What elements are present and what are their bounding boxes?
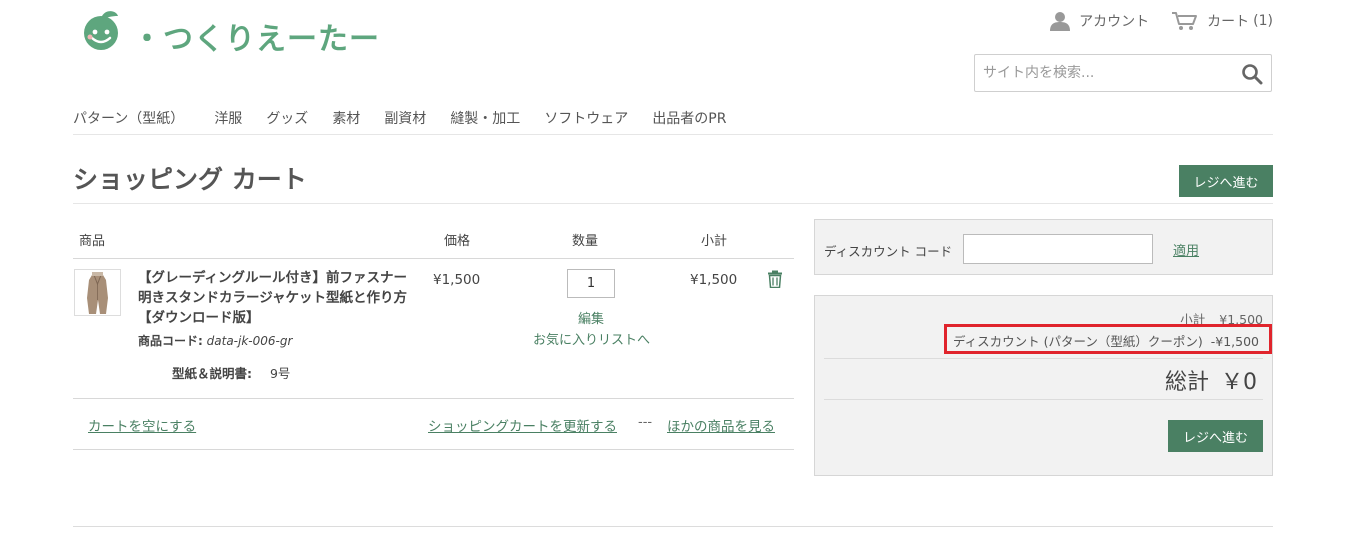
logo-text: ・つくりえーたー (132, 22, 380, 57)
account-label: アカウント (1079, 14, 1150, 30)
column-header-price: 価格 (444, 234, 471, 249)
nav-item-software[interactable]: ソフトウェア (544, 108, 628, 128)
product-name[interactable]: 【グレーディングルール付き】前ファスナー明きスタンドカラージャケット型紙と作り方… (138, 268, 413, 328)
nav-item-notions[interactable]: 副資材 (384, 108, 426, 128)
column-header-item: 商品 (79, 234, 106, 249)
totals-discount-row: ディスカウント (パターン（型紙）クーポン) -¥1,500 (953, 331, 1259, 350)
table-row-divider (73, 398, 794, 399)
update-cart-link[interactable]: ショッピングカートを更新する (428, 415, 617, 435)
product-code: 商品コード: data-jk-006-gr (138, 332, 292, 349)
footer-divider (73, 526, 1273, 527)
product-option-label: 型紙＆説明書: (172, 366, 252, 381)
table-header-divider (73, 258, 794, 259)
wishlist-link[interactable]: お気に入りリストへ (533, 329, 650, 348)
continue-shopping-link[interactable]: ほかの商品を見る (667, 415, 775, 435)
item-subtotal: ¥1,500 (690, 272, 738, 288)
nav-item-materials[interactable]: 素材 (332, 108, 360, 128)
product-code-label: 商品コード: (138, 334, 203, 348)
item-price: ¥1,500 (433, 272, 481, 288)
product-code-value: data-jk-006-gr (206, 334, 293, 348)
cart-link[interactable]: カート (1) (1171, 11, 1273, 31)
cart-label: カート (1207, 14, 1250, 30)
nav-item-pattern[interactable]: パターン（型紙） (73, 108, 184, 128)
table-bottom-divider (73, 449, 794, 450)
discount-code-input[interactable] (963, 234, 1153, 264)
logo-face-icon (84, 11, 118, 50)
search-box (974, 54, 1272, 92)
nav-item-clothes[interactable]: 洋服 (214, 108, 242, 128)
grand-total-value: ￥0 (1221, 370, 1257, 395)
page-title: ショッピング カート (73, 165, 307, 194)
trash-icon[interactable] (767, 270, 783, 288)
nav-item-goods[interactable]: グッズ (266, 108, 308, 128)
discount-code-label: ディスカウント コード (824, 244, 953, 259)
search-input[interactable] (975, 55, 1241, 91)
product-option-value: 9号 (269, 366, 291, 381)
checkout-button-bottom[interactable]: レジへ進む (1168, 420, 1263, 452)
column-header-qty: 数量 (572, 234, 599, 249)
cart-icon (1172, 12, 1198, 30)
nav-item-sewing[interactable]: 縫製・加工 (450, 108, 520, 128)
title-divider (73, 203, 1273, 204)
jacket-image (75, 270, 120, 315)
account-icon (1050, 12, 1071, 31)
top-links: アカウント カート (1) (1049, 8, 1273, 34)
edit-link[interactable]: 編集 (578, 308, 604, 327)
clear-cart-link[interactable]: カートを空にする (88, 415, 196, 435)
column-header-subtotal: 小計 (701, 234, 728, 249)
site-logo[interactable]: ・つくりえーたー (80, 8, 379, 57)
cart-count: (1) (1253, 13, 1273, 29)
main-nav: パターン（型紙） 洋服 グッズ 素材 副資材 縫製・加工 ソフトウェア 出品者の… (73, 108, 750, 128)
totals-divider-top (824, 358, 1263, 359)
totals-discount-value: -¥1,500 (1210, 334, 1259, 349)
quantity-input[interactable] (567, 269, 615, 298)
product-option: 型紙＆説明書: 9号 (172, 363, 290, 382)
search-icon[interactable] (1241, 63, 1263, 85)
account-link[interactable]: アカウント (1049, 11, 1149, 31)
nav-item-pr[interactable]: 出品者のPR (652, 108, 726, 128)
checkout-button-top[interactable]: レジへ進む (1179, 165, 1273, 197)
grand-total-row: 総計 ￥0 (1165, 364, 1257, 396)
totals-divider-bottom (824, 399, 1263, 400)
apply-discount-link[interactable]: 適用 (1173, 240, 1199, 259)
nav-divider (73, 134, 1273, 135)
product-thumbnail[interactable] (74, 269, 121, 316)
totals-discount-label: ディスカウント (パターン（型紙）クーポン) (953, 334, 1203, 349)
actions-separator: --- (638, 415, 653, 430)
grand-total-label: 総計 (1164, 370, 1209, 395)
